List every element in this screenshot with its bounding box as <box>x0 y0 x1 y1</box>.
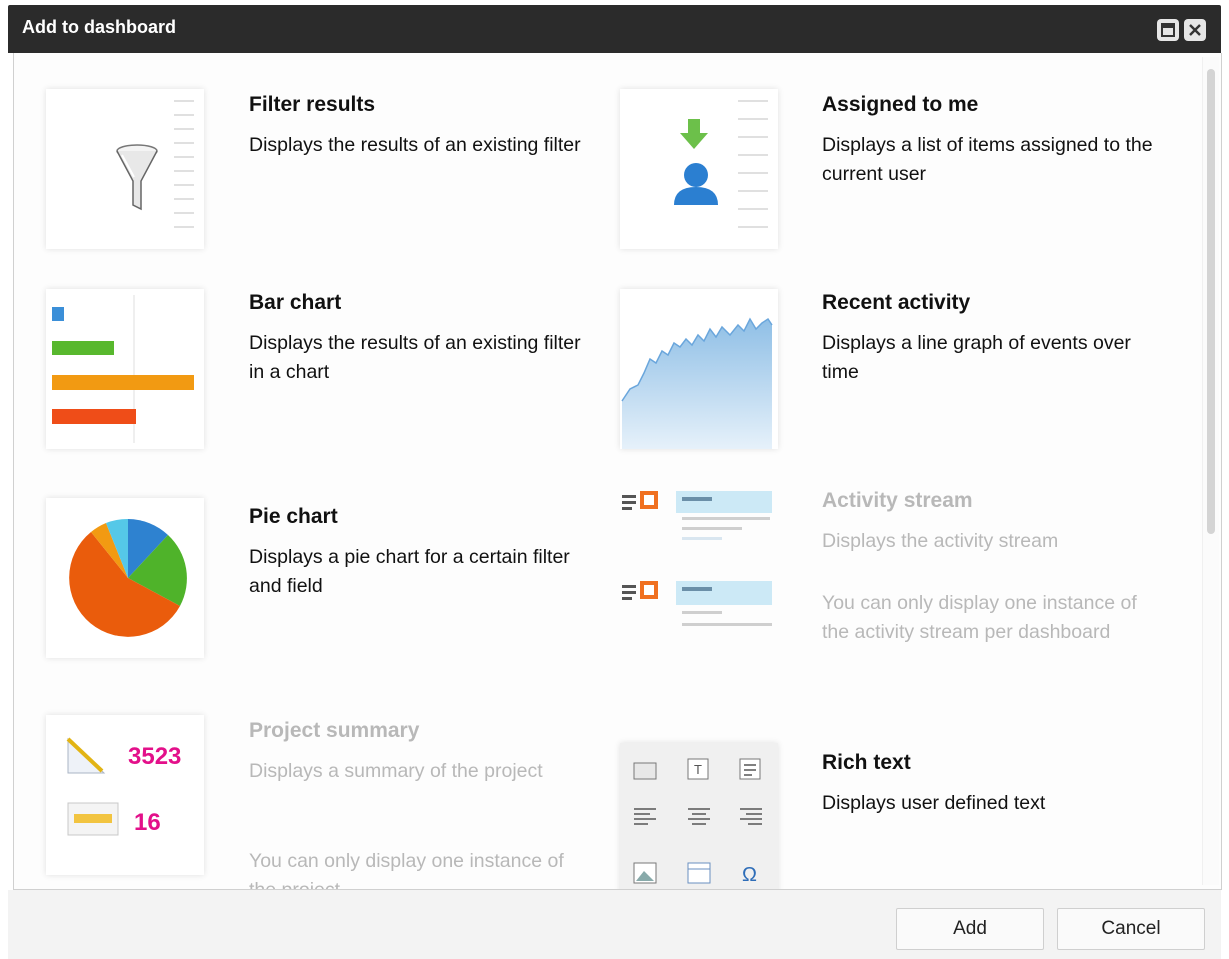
pie-chart-icon <box>46 498 204 658</box>
maximize-button[interactable] <box>1157 19 1179 41</box>
gadget-title: Recent activity <box>822 291 971 314</box>
gadget-title: Rich text <box>822 751 911 774</box>
summary-stat-count: 3523 <box>128 743 182 770</box>
rich-text-icon: T Ω <box>620 743 778 889</box>
gadget-description: Displays a line graph of events over tim… <box>822 332 1131 383</box>
bar-chart-icon <box>46 289 204 449</box>
line-graph-icon <box>620 289 778 449</box>
dialog-titlebar: Add to dashboard <box>8 5 1221 53</box>
gadget-list[interactable]: Filter results Displays the results of a… <box>13 53 1222 890</box>
cancel-button[interactable]: Cancel <box>1057 908 1205 950</box>
activity-stream-icon <box>620 483 778 643</box>
gadget-title: Pie chart <box>249 505 338 528</box>
gadget-note: You can only display one instance of the… <box>249 850 564 890</box>
svg-text:Ω: Ω <box>742 864 757 886</box>
funnel-icon <box>46 89 204 249</box>
close-icon <box>1189 24 1201 36</box>
maximize-icon <box>1161 23 1175 37</box>
scrollbar-thumb[interactable] <box>1207 69 1215 534</box>
user-assigned-icon <box>620 89 778 249</box>
gadget-title: Activity stream <box>822 489 973 512</box>
gadget-note: You can only display one instance of the… <box>822 592 1137 643</box>
gadget-title: Assigned to me <box>822 93 979 116</box>
svg-text:T: T <box>694 762 702 777</box>
dialog-title: Add to dashboard <box>22 17 176 37</box>
gadget-description: Displays a summary of the project <box>249 760 543 782</box>
gadget-title: Project summary <box>249 719 420 742</box>
project-summary-icon <box>46 715 204 875</box>
add-button[interactable]: Add <box>896 908 1044 950</box>
summary-stat-count: 16 <box>134 809 161 836</box>
gadget-description: Displays a pie chart for a certain filte… <box>249 546 570 597</box>
gadget-description: Displays the results of an existing filt… <box>249 332 581 383</box>
close-button[interactable] <box>1184 19 1206 41</box>
dialog-footer: Add Cancel <box>8 890 1221 959</box>
gadget-description: Displays a list of items assigned to the… <box>822 134 1153 185</box>
gadget-title: Bar chart <box>249 291 342 314</box>
gadget-description: Displays the results of an existing filt… <box>249 134 581 156</box>
vertical-scrollbar[interactable] <box>1202 57 1219 885</box>
gadget-description: Displays the activity stream <box>822 530 1059 552</box>
gadget-title: Filter results <box>249 93 376 116</box>
gadget-description: Displays user defined text <box>822 792 1046 814</box>
